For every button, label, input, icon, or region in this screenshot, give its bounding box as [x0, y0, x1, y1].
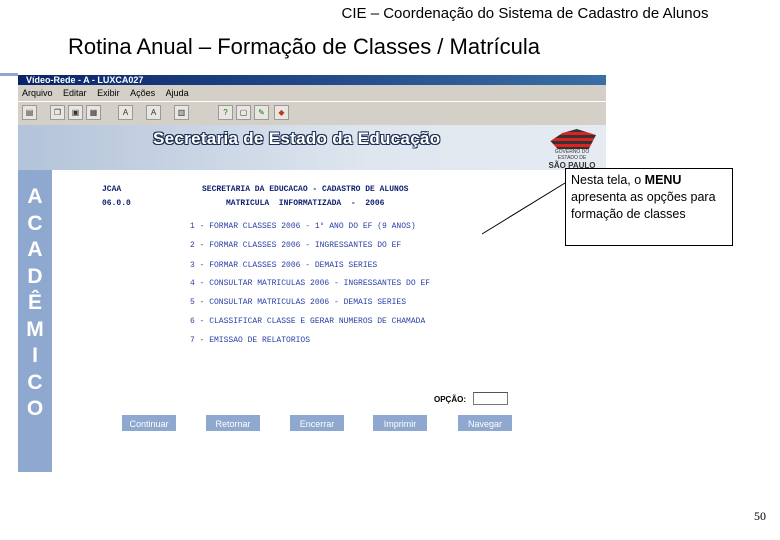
- callout-text-after: apresenta as opções para formação de cla…: [571, 190, 716, 221]
- callout-leader-line: [481, 182, 566, 235]
- leader-line: [481, 182, 566, 235]
- callout-box: Nesta tela, o MENU apresenta as opções p…: [565, 168, 733, 246]
- callout-text-before: Nesta tela, o: [571, 173, 645, 187]
- callout-text-bold: MENU: [644, 173, 682, 187]
- page-number: 50: [754, 509, 766, 523]
